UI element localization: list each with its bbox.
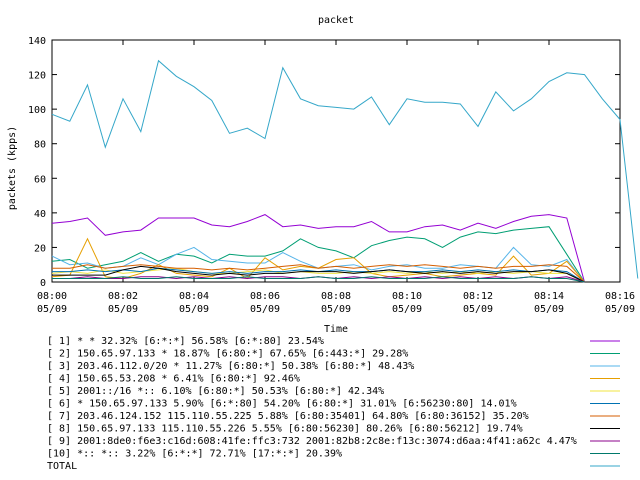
series-line-4	[51, 237, 585, 283]
x-tick-date: 05/09	[108, 304, 138, 315]
y-tick-label: 60	[34, 174, 46, 185]
series-lines	[51, 59, 639, 283]
y-axis-label: packets (kpps)	[7, 126, 18, 210]
y-tick-label: 40	[34, 209, 46, 220]
series-line-11	[51, 59, 639, 279]
legend-label: [ 7] 203.46.124.152 115.110.55.225 5.88%…	[47, 411, 529, 422]
y-tick-label: 80	[34, 140, 46, 151]
x-tick-date: 05/09	[179, 304, 209, 315]
legend-label: [ 9] 2001:8de0:f6e3:c16d:608:41fe:ffc3:7…	[47, 436, 577, 447]
x-tick-time: 08:00	[37, 291, 67, 302]
x-tick-date: 05/09	[321, 304, 351, 315]
x-tick-time: 08:10	[392, 291, 422, 302]
x-tick-date: 05/09	[250, 304, 280, 315]
series-line-6	[52, 267, 585, 283]
x-tick-date: 05/09	[463, 304, 493, 315]
legend-label: [ 1] * * 32.32% [6:*:*] 56.58% [6:*:80] …	[47, 336, 324, 347]
x-tick-time: 08:12	[463, 291, 493, 302]
legend-label: [ 8] 150.65.97.133 115.110.55.226 5.55% …	[47, 424, 523, 435]
x-tick-date: 05/09	[534, 304, 564, 315]
y-tick-label: 120	[28, 71, 46, 82]
packet-chart: packet packets (kpps) Time 0 20 40 60 80 100 1…	[7, 15, 639, 472]
y-tick-label: 0	[40, 278, 46, 289]
series-line-8	[52, 265, 585, 283]
legend-label: TOTAL	[47, 461, 77, 472]
y-tick-label: 140	[28, 36, 46, 47]
legend-label: [ 3] 203.46.112.0/20 * 11.27% [6:80:*] 5…	[47, 361, 414, 372]
legend-label: [ 5] 2001::/16 *:: 6.10% [6:80:*] 50.53%…	[47, 386, 384, 397]
x-tick-date: 05/09	[605, 304, 635, 315]
legend-label: [10] *:: *:: 3.22% [6:*:*] 72.71% [17:*:…	[47, 449, 342, 460]
x-tick-time: 08:04	[179, 291, 209, 302]
legend: [ 1] * * 32.32% [6:*:*] 56.58% [6:*:80] …	[47, 336, 620, 472]
x-tick-time: 08:06	[250, 291, 280, 302]
legend-label: [ 6] * 150.65.97.133 5.90% [6:*:80] 54.2…	[47, 399, 517, 410]
legend-label: [ 2] 150.65.97.133 * 18.87% [6:80:*] 67.…	[47, 349, 408, 360]
legend-label: [ 4] 150.65.53.208 * 6.41% [6:80:*] 92.4…	[47, 374, 300, 385]
x-tick-date: 05/09	[392, 304, 422, 315]
y-tick-label: 100	[28, 105, 46, 116]
x-axis-label: Time	[324, 324, 348, 335]
chart-title: packet	[318, 15, 354, 26]
x-tick-time: 08:02	[108, 291, 138, 302]
x-tick-date: 05/09	[37, 304, 67, 315]
y-tick-label: 20	[34, 243, 46, 254]
plot-area	[51, 39, 621, 283]
x-tick-time: 08:08	[321, 291, 351, 302]
x-tick-time: 08:14	[534, 291, 564, 302]
x-tick-time: 08:16	[605, 291, 635, 302]
